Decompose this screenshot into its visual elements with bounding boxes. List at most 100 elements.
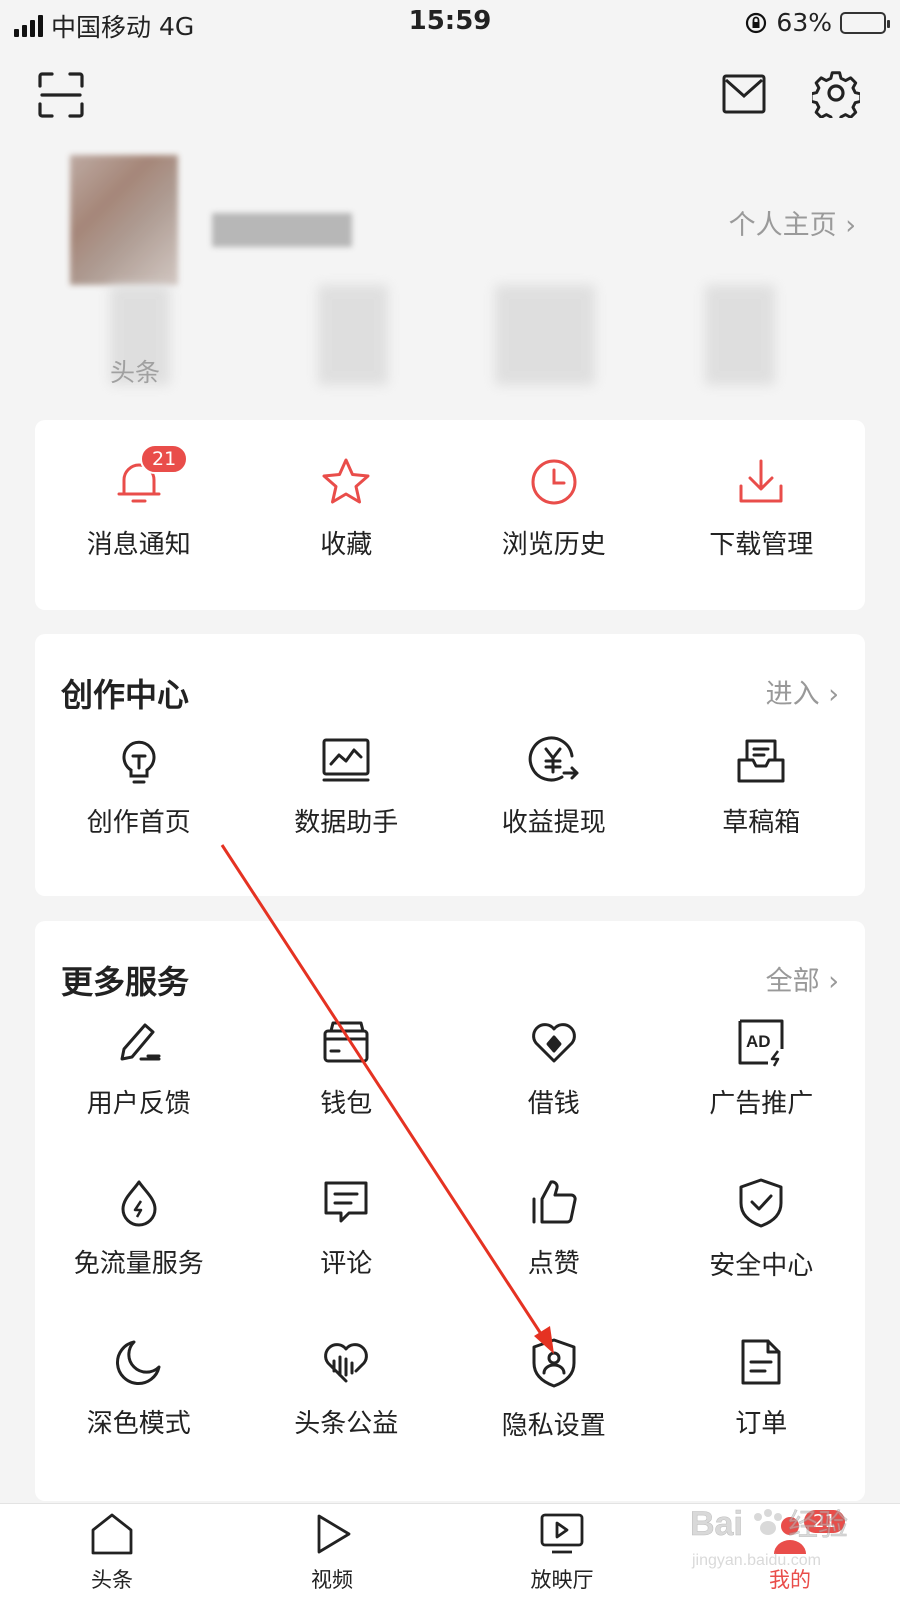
battery-icon	[840, 11, 890, 34]
chart-monitor-icon	[322, 738, 370, 782]
watermark-text-jingyan: 经验	[788, 1508, 848, 1543]
chevron-right-icon: ›	[819, 966, 839, 997]
svg-text:AD: AD	[746, 1032, 771, 1051]
service-item-label: 头条公益	[294, 1409, 399, 1439]
creation-item-label: 数据助手	[294, 808, 399, 838]
chevron-right-icon: ›	[845, 210, 856, 241]
service-item-charity[interactable]: 头条公益	[243, 1337, 451, 1497]
personal-homepage-link[interactable]: 个人主页 ›	[729, 203, 856, 242]
quick-item-downloads[interactable]: 下载管理	[658, 456, 866, 616]
creation-item-drafts[interactable]: 草稿箱	[658, 736, 866, 896]
settings-gear-icon[interactable]	[812, 70, 860, 118]
services-all-link[interactable]: 全部 ›	[766, 959, 839, 998]
tab-label: 头条	[91, 1568, 133, 1592]
username-blurred	[212, 213, 352, 247]
service-item-loan[interactable]: 借钱	[450, 1017, 658, 1177]
service-item-security[interactable]: 安全中心	[658, 1177, 866, 1337]
stat-blurred	[705, 285, 775, 385]
creation-item-label: 草稿箱	[722, 808, 801, 838]
shield-check-icon	[739, 1178, 783, 1228]
star-icon	[322, 458, 370, 504]
top-bar	[0, 64, 900, 124]
screen-play-icon	[540, 1513, 584, 1554]
pen-feedback-icon	[120, 1023, 161, 1061]
wallet-icon	[323, 1021, 369, 1063]
stat-blurred	[318, 285, 388, 385]
stat-label: 头条	[110, 358, 161, 387]
creation-item-earnings[interactable]: 收益提现	[450, 736, 658, 896]
service-item-label: 用户反馈	[86, 1089, 191, 1119]
creation-item-label: 创作首页	[86, 808, 191, 838]
section-title: 更多服务	[61, 963, 190, 1001]
stat-blurred	[495, 285, 595, 385]
service-item-feedback[interactable]: 用户反馈	[35, 1017, 243, 1177]
tab-toutiao[interactable]: 头条	[52, 1512, 172, 1594]
creation-item-home[interactable]: 创作首页	[35, 736, 243, 896]
service-item-label: 钱包	[320, 1089, 373, 1119]
watermark-text-bai: Bai	[690, 1505, 743, 1543]
paw-logo-icon: Bai 经验 jingyan.baidu.com	[690, 1505, 849, 1569]
baidu-jingyan-watermark: Bai 经验 jingyan.baidu.com	[690, 1495, 860, 1585]
quick-item-label: 收藏	[320, 530, 373, 560]
play-icon	[317, 1514, 351, 1554]
drop-flow-icon	[121, 1180, 157, 1227]
ad-icon: AD	[738, 1019, 784, 1067]
profile-header[interactable]: 个人主页 › 头条	[0, 145, 900, 395]
avatar[interactable]	[70, 155, 178, 285]
service-item-label: 隐私设置	[501, 1411, 606, 1441]
creation-enter-link[interactable]: 进入 ›	[766, 672, 839, 711]
tab-video[interactable]: 视频	[272, 1512, 392, 1594]
quick-item-label: 消息通知	[86, 530, 191, 560]
clock-icon	[531, 459, 577, 505]
more-services-card: 更多服务 全部 › 用户反馈 钱包 借钱 AD 广告推广 免流量服务 评论 点赞…	[35, 921, 865, 1501]
service-item-label: 深色模式	[86, 1409, 191, 1439]
section-title: 创作中心	[61, 676, 190, 714]
order-doc-icon	[741, 1339, 781, 1385]
service-item-label: 安全中心	[709, 1251, 814, 1281]
quick-item-history[interactable]: 浏览历史	[450, 456, 658, 616]
quick-item-label: 浏览历史	[501, 530, 606, 560]
lightbulb-icon	[122, 740, 156, 784]
creation-item-data[interactable]: 数据助手	[243, 736, 451, 896]
tab-label: 视频	[311, 1568, 353, 1592]
rotation-lock-icon	[746, 12, 767, 33]
service-item-free-data[interactable]: 免流量服务	[35, 1177, 243, 1337]
privacy-shield-icon	[532, 1338, 576, 1388]
quick-item-label: 下载管理	[709, 530, 814, 560]
download-icon	[739, 459, 783, 503]
comment-icon	[324, 1181, 368, 1223]
service-item-label: 广告推广	[709, 1089, 814, 1119]
service-item-wallet[interactable]: 钱包	[243, 1017, 451, 1177]
service-item-privacy[interactable]: 隐私设置	[450, 1337, 658, 1497]
service-item-label: 免流量服务	[73, 1249, 204, 1279]
draft-box-icon	[737, 739, 785, 783]
watermark-url: jingyan.baidu.com	[691, 1552, 821, 1569]
moon-icon	[115, 1340, 161, 1385]
thumb-up-icon	[532, 1180, 577, 1224]
quick-actions-card: 21 消息通知 收藏 浏览历史 下载管理	[35, 420, 865, 610]
quick-item-notifications[interactable]: 21 消息通知	[35, 444, 243, 616]
quick-item-favorites[interactable]: 收藏	[243, 456, 451, 616]
tab-label: 放映厅	[530, 1568, 594, 1592]
service-item-orders[interactable]: 订单	[658, 1337, 866, 1497]
service-item-label: 借钱	[527, 1089, 580, 1119]
service-item-dark-mode[interactable]: 深色模式	[35, 1337, 243, 1497]
service-item-label: 评论	[320, 1249, 373, 1279]
charity-heart-icon	[324, 1343, 369, 1383]
creation-center-card: 创作中心 进入 › 创作首页 数据助手 收益提现 草稿箱	[35, 634, 865, 896]
service-item-label: 点赞	[527, 1249, 580, 1279]
status-bar: 中国移动 4G 15:59 63%	[0, 0, 900, 46]
mail-icon[interactable]	[722, 74, 766, 114]
battery-percent: 63%	[776, 8, 832, 37]
chevron-right-icon: ›	[819, 679, 839, 710]
home-icon	[91, 1513, 133, 1555]
service-item-comments[interactable]: 评论	[243, 1177, 451, 1337]
notification-badge: 21	[140, 444, 189, 474]
tab-theater[interactable]: 放映厅	[502, 1512, 622, 1594]
service-item-likes[interactable]: 点赞	[450, 1177, 658, 1337]
service-item-label: 订单	[735, 1409, 788, 1439]
yuan-withdraw-icon	[528, 736, 579, 782]
loan-icon	[531, 1023, 576, 1063]
scan-icon[interactable]	[38, 72, 84, 118]
service-item-ads[interactable]: AD 广告推广	[658, 1017, 866, 1177]
